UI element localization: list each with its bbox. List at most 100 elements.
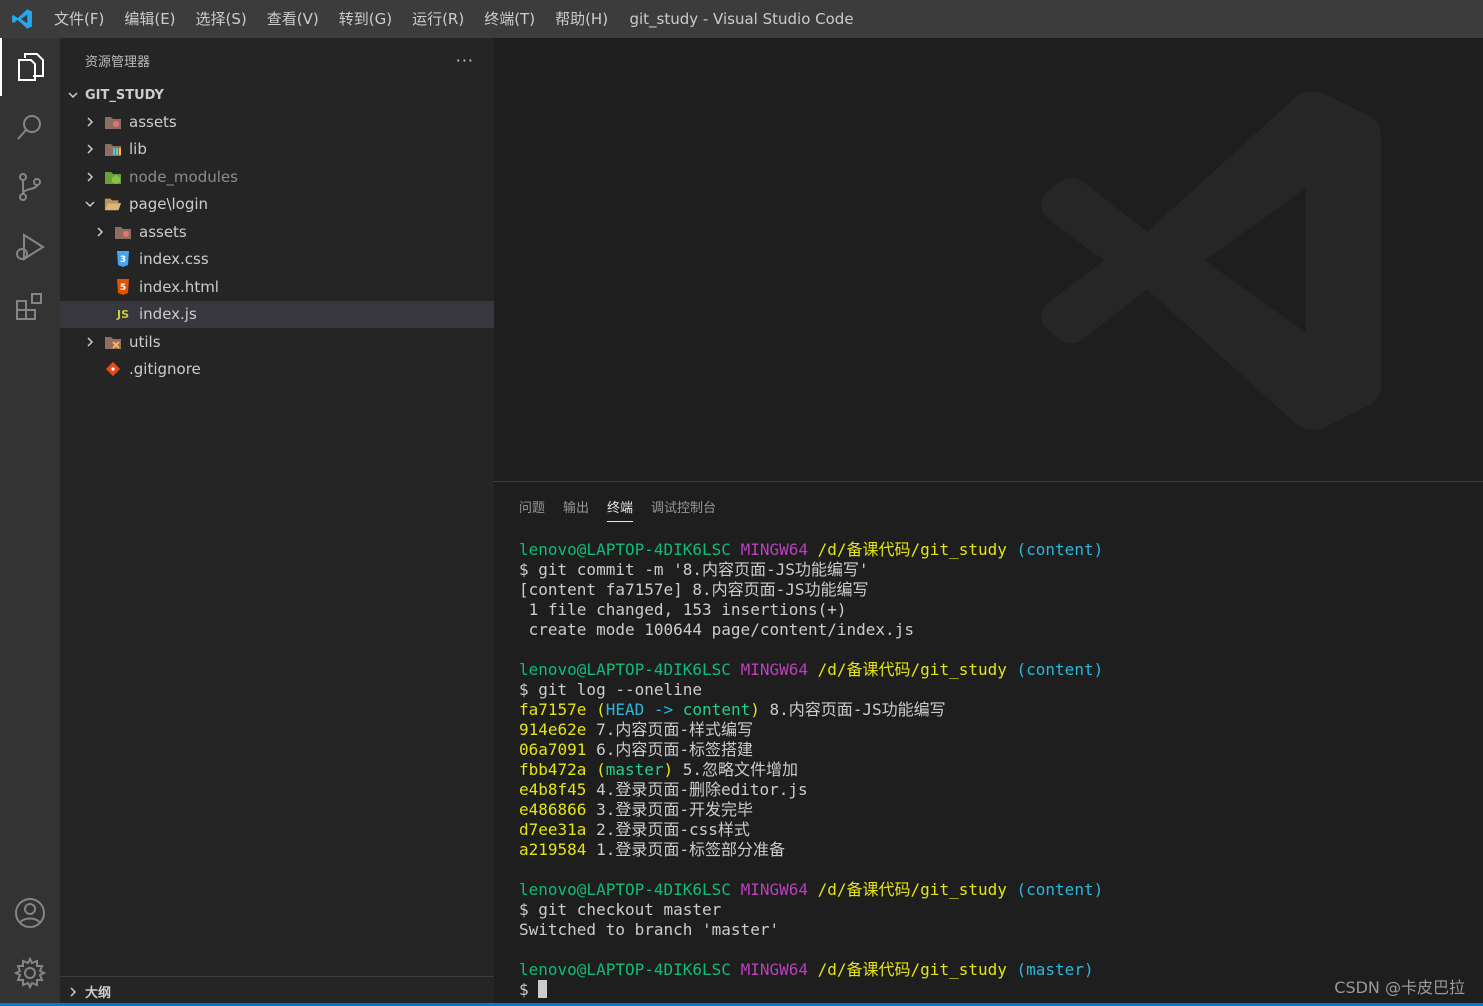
- panel-tab[interactable]: 问题: [519, 491, 545, 522]
- tree-item[interactable]: lib: [60, 136, 494, 164]
- commit-hash: fa7157e: [519, 700, 587, 719]
- file-tree: assets lib node_modules page\login assets 3 in…: [60, 108, 494, 383]
- menu-item[interactable]: 终端(T): [474, 0, 545, 38]
- ref-paren: (: [596, 700, 606, 719]
- assets-folder-icon: [114, 223, 132, 241]
- activity-bar: [0, 38, 60, 1006]
- commit-hash: 06a7091: [519, 740, 587, 759]
- ref-head: HEAD ->: [605, 700, 683, 719]
- ref-paren: ): [750, 700, 760, 719]
- project-name: GIT_STUDY: [85, 87, 164, 103]
- commit-hash: e486866: [519, 800, 587, 819]
- menu-item[interactable]: 文件(F): [44, 0, 114, 38]
- tree-item[interactable]: .gitignore: [60, 356, 494, 384]
- commit-message: 1.登录页面-标签部分准备: [586, 840, 785, 859]
- menu-item[interactable]: 查看(V): [257, 0, 329, 38]
- terminal-command: $: [519, 980, 539, 999]
- extensions-icon[interactable]: [0, 278, 60, 336]
- html-file-icon: 5: [114, 278, 132, 296]
- prompt-user: lenovo@LAPTOP-4DIK6LSC: [519, 540, 731, 559]
- title-bar: 文件(F) 编辑(E) 选择(S) 查看(V) 转到(G) 运行(R) 终端(T) 帮助(H)…: [0, 0, 1483, 38]
- terminal-output: create mode 100644 page/content/index.js: [519, 620, 914, 639]
- run-debug-icon[interactable]: [0, 218, 60, 276]
- outline-section-header[interactable]: 大纲: [60, 976, 494, 1006]
- accounts-icon[interactable]: [0, 884, 60, 942]
- terminal-line: 1 file changed, 153 insertions(+): [519, 600, 1103, 620]
- chevron-right-icon: [82, 114, 98, 130]
- terminal-line: lenovo@LAPTOP-4DIK6LSC MINGW64 /d/备课代码/g…: [519, 880, 1103, 900]
- terminal-line: d7ee31a 2.登录页面-css样式: [519, 820, 1103, 840]
- ref-branch: master: [605, 760, 664, 779]
- git-file-icon: [104, 360, 122, 378]
- ref-paren: ): [663, 760, 674, 779]
- terminal-output: 1 file changed, 153 insertions(+): [519, 600, 847, 619]
- menu-item[interactable]: 运行(R): [402, 0, 474, 38]
- panel-tab[interactable]: 调试控制台: [651, 491, 716, 522]
- svg-text:3: 3: [120, 255, 126, 265]
- more-actions-icon[interactable]: ···: [456, 51, 474, 70]
- utils-folder-icon: [104, 333, 122, 351]
- folder-open-icon: [104, 195, 122, 213]
- commit-message: 8.内容页面-JS功能编写: [759, 700, 946, 719]
- vscode-watermark-icon: [1041, 91, 1382, 430]
- chevron-right-icon: [82, 334, 98, 350]
- tree-item[interactable]: utils: [60, 328, 494, 356]
- menu-item[interactable]: 选择(S): [186, 0, 257, 38]
- commit-message: 3.登录页面-开发完毕: [586, 800, 753, 819]
- prompt-env: MINGW64: [740, 660, 808, 679]
- tree-item[interactable]: node_modules: [60, 163, 494, 191]
- editor-area: [494, 38, 1483, 481]
- project-section-header[interactable]: GIT_STUDY: [60, 82, 494, 108]
- terminal-line: $: [519, 980, 1103, 1000]
- terminal-command: $ git log --oneline: [519, 680, 703, 699]
- tree-item[interactable]: 5 index.html: [60, 273, 494, 301]
- window-title: git_study - Visual Studio Code: [629, 10, 854, 28]
- explorer-title: 资源管理器: [85, 54, 151, 70]
- terminal-output: [content fa7157e] 8.内容页面-JS功能编写: [519, 580, 869, 599]
- tree-item[interactable]: 3 index.css: [60, 246, 494, 274]
- terminal-command: $ git commit -m '8.内容页面-JS功能编写': [519, 560, 869, 579]
- tree-item-label: index.html: [139, 277, 219, 296]
- tree-item-label: .gitignore: [129, 360, 201, 379]
- chevron-right-icon: [65, 984, 81, 1000]
- vscode-logo-icon[interactable]: [0, 0, 44, 38]
- terminal-line: 06a7091 6.内容页面-标签搭建: [519, 740, 1103, 760]
- settings-gear-icon[interactable]: [0, 944, 60, 1002]
- tree-item[interactable]: JS index.js: [60, 300, 494, 328]
- terminal-output: Switched to branch 'master': [519, 920, 780, 939]
- terminal-line: $ git log --oneline: [519, 680, 1103, 700]
- source-control-icon[interactable]: [0, 158, 60, 216]
- terminal-line: fa7157e (HEAD -> content) 8.内容页面-JS功能编写: [519, 700, 1103, 720]
- terminal-line: create mode 100644 page/content/index.js: [519, 620, 1103, 640]
- terminal-line: Switched to branch 'master': [519, 920, 1103, 940]
- search-icon[interactable]: [0, 98, 60, 156]
- commit-hash: fbb472a: [519, 760, 587, 779]
- tree-item[interactable]: page\login: [60, 191, 494, 219]
- panel-tab[interactable]: 输出: [563, 491, 589, 522]
- prompt-path: /d/备课代码/git_study: [817, 880, 1007, 899]
- explorer-icon[interactable]: [0, 38, 60, 96]
- terminal-line: e4b8f45 4.登录页面-删除editor.js: [519, 780, 1103, 800]
- tree-item[interactable]: assets: [60, 108, 494, 136]
- csdn-watermark: CSDN @卡皮巴拉: [1334, 978, 1465, 997]
- terminal-line: lenovo@LAPTOP-4DIK6LSC MINGW64 /d/备课代码/g…: [519, 540, 1103, 560]
- commit-message: 5.忽略文件增加: [673, 760, 799, 779]
- commit-hash: 914e62e: [519, 720, 587, 739]
- commit-message: 6.内容页面-标签搭建: [586, 740, 753, 759]
- terminal[interactable]: lenovo@LAPTOP-4DIK6LSC MINGW64 /d/备课代码/g…: [519, 540, 1103, 1000]
- prompt-branch: (content): [1016, 880, 1104, 899]
- menu-item[interactable]: 帮助(H): [545, 0, 618, 38]
- terminal-cursor: [538, 980, 548, 998]
- menu-item[interactable]: 编辑(E): [114, 0, 185, 38]
- panel-tab[interactable]: 终端: [607, 491, 634, 522]
- bottom-panel: 问题 输出 终端 调试控制台 lenovo@LAPTOP-4DIK6LSC MINGW…: [494, 481, 1483, 1006]
- menu-item[interactable]: 转到(G): [329, 0, 402, 38]
- tree-item-label: index.js: [139, 305, 197, 324]
- css-file-icon: 3: [114, 250, 132, 268]
- prompt-branch: (content): [1016, 660, 1104, 679]
- tree-item[interactable]: assets: [60, 218, 494, 246]
